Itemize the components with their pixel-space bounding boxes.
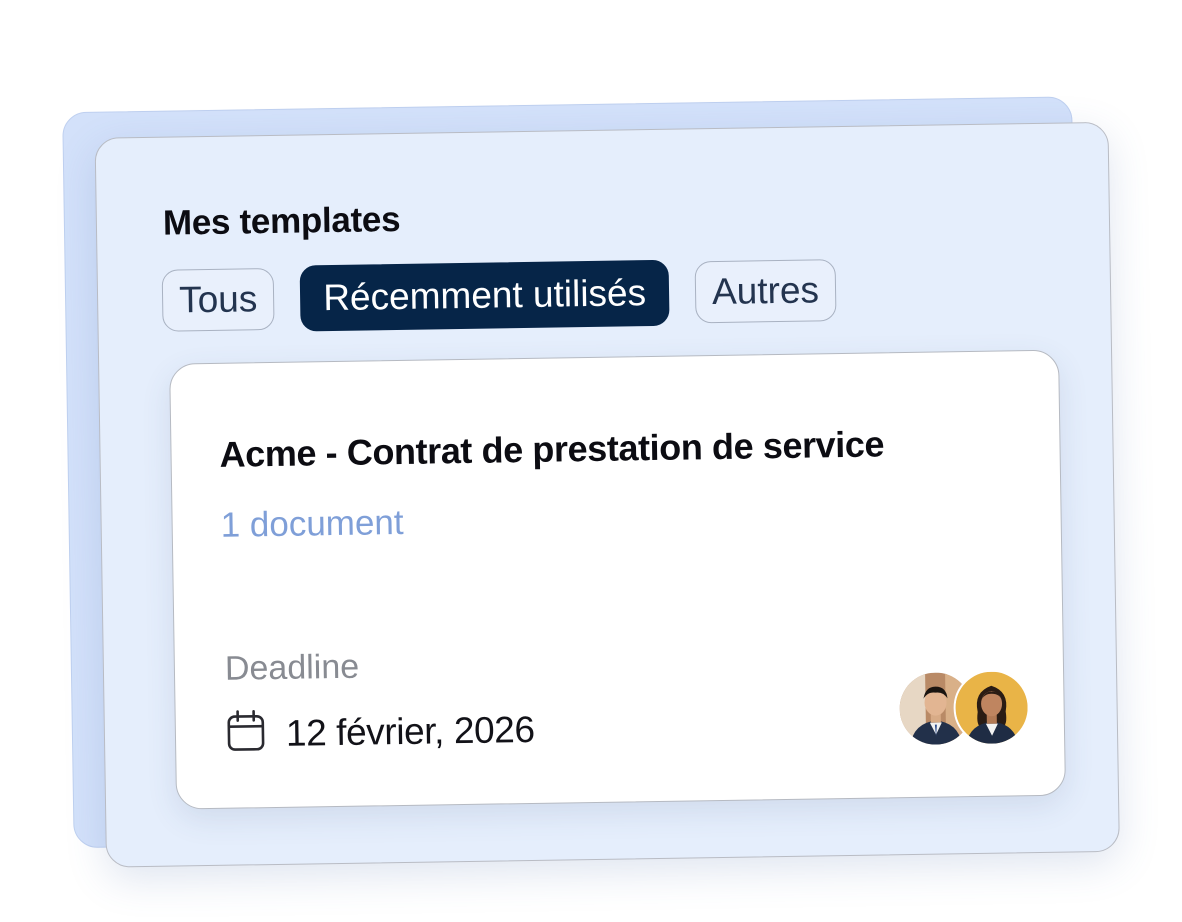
filter-tabs: Tous Récemment utilisés Autres — [161, 259, 837, 334]
woman-in-suit-avatar[interactable] — [953, 669, 1031, 747]
document-count-link[interactable]: 1 document — [220, 503, 404, 546]
template-card[interactable]: Acme - Contrat de prestation de service … — [169, 349, 1067, 810]
tab-tous[interactable]: Tous — [161, 267, 275, 332]
templates-widget: Mes templates Tous Récemment utilisés Au… — [0, 0, 1182, 922]
stage: Mes templates Tous Récemment utilisés Au… — [0, 0, 1182, 922]
templates-panel: Mes templates Tous Récemment utilisés Au… — [94, 121, 1120, 868]
template-title: Acme - Contrat de prestation de service — [219, 423, 885, 475]
tab-autres[interactable]: Autres — [694, 259, 837, 324]
calendar-icon — [226, 709, 267, 759]
assignee-avatars — [897, 669, 1031, 748]
tab-recemment-utilises[interactable]: Récemment utilisés — [299, 259, 670, 332]
deadline-label: Deadline — [224, 647, 360, 688]
deadline-date: 12 février, 2026 — [285, 708, 535, 754]
panel-title: Mes templates — [162, 199, 401, 243]
deadline-date-row: 12 février, 2026 — [226, 705, 535, 759]
